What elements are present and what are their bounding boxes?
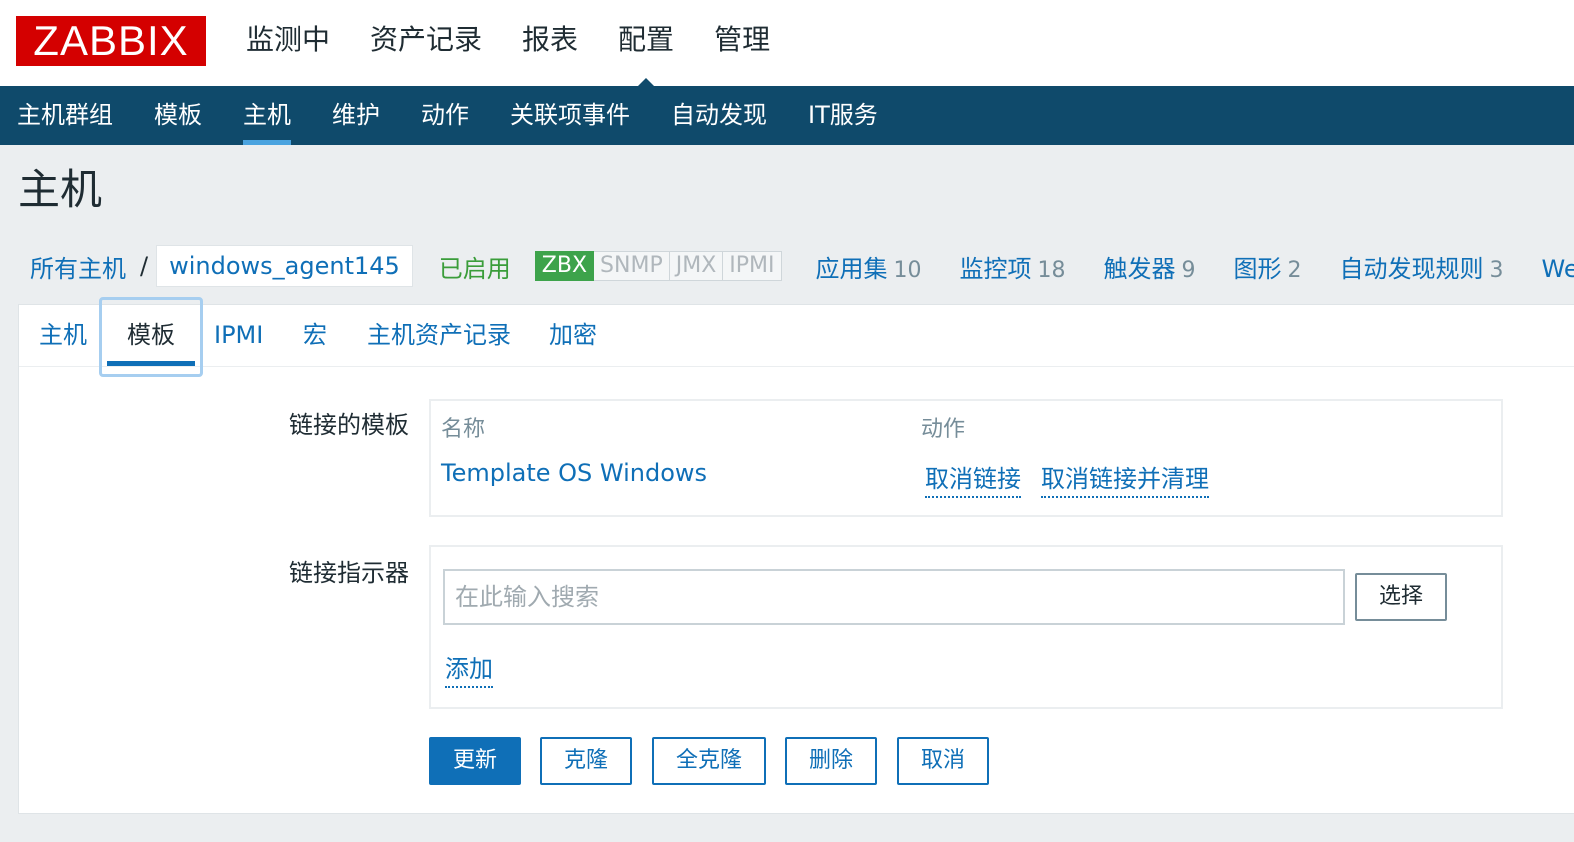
link-new-templates-box: 选择 添加: [429, 545, 1503, 709]
zabbix-logo[interactable]: ZABBIX: [16, 16, 206, 66]
main-menu-inventory[interactable]: 资产记录: [370, 0, 482, 86]
tab-host-inventory[interactable]: 主机资产记录: [367, 305, 511, 367]
template-search-input[interactable]: [443, 569, 1345, 625]
sub-nav-host-groups[interactable]: 主机群组: [17, 86, 113, 145]
badge-ipmi: IPMI: [723, 251, 782, 281]
full-clone-button[interactable]: 全克隆: [652, 737, 766, 785]
host-status-enabled[interactable]: 已启用: [439, 249, 511, 284]
host-link-discovery-rules[interactable]: 自动发现规则 3: [1340, 249, 1504, 284]
breadcrumb: 所有主机 / windows_agent145 已启用 ZBX SNMP JMX…: [30, 244, 1574, 288]
tab-templates[interactable]: 模板: [127, 305, 175, 367]
delete-button[interactable]: 删除: [785, 737, 877, 785]
host-link-graphs[interactable]: 图形 2: [1234, 249, 1302, 284]
host-link-items-count: 18: [1037, 257, 1066, 283]
template-link-os-windows[interactable]: Template OS Windows: [441, 459, 707, 487]
host-link-graphs-count: 2: [1287, 257, 1302, 283]
link-new-templates-label: 链接指示器: [289, 559, 409, 587]
tab-ipmi[interactable]: IPMI: [214, 305, 263, 367]
sub-nav-discovery[interactable]: 自动发现: [671, 86, 767, 145]
sub-nav-correlation[interactable]: 关联项事件: [510, 86, 630, 145]
unlink-button[interactable]: 取消链接: [925, 459, 1021, 498]
form-tabs: 主机 模板 IPMI 宏 主机资产记录 加密: [19, 297, 1574, 377]
breadcrumb-host[interactable]: windows_agent145: [169, 252, 400, 280]
update-button[interactable]: 更新: [429, 737, 521, 785]
select-button[interactable]: 选择: [1355, 573, 1447, 621]
main-menu-configuration[interactable]: 配置: [618, 0, 674, 92]
sub-nav-maintenance[interactable]: 维护: [332, 86, 380, 145]
availability-badges: ZBX SNMP JMX IPMI: [534, 251, 782, 281]
column-header-action: 动作: [921, 417, 966, 442]
badge-jmx: JMX: [669, 251, 724, 281]
sub-nav-it-services[interactable]: IT服务: [808, 86, 878, 145]
host-link-triggers-count: 9: [1181, 257, 1196, 283]
host-link-discovery-rules-count: 3: [1489, 257, 1504, 283]
host-links: 应用集10 监控项18 触发器9 图形2 自动发现规则3 Web 场: [816, 249, 1574, 284]
main-menu: 监测中 资产记录 报表 配置 管理: [246, 0, 810, 92]
main-menu-administration[interactable]: 管理: [714, 0, 770, 86]
host-link-triggers[interactable]: 触发器 9: [1104, 249, 1196, 284]
breadcrumb-all-hosts[interactable]: 所有主机: [30, 249, 126, 284]
column-header-name: 名称: [441, 417, 486, 442]
linked-templates-label: 链接的模板: [289, 411, 409, 439]
tab-active-underline: [107, 361, 195, 366]
tab-encryption[interactable]: 加密: [549, 305, 597, 367]
sub-nav: 主机群组 模板 主机 维护 动作 关联项事件 自动发现 IT服务: [0, 86, 1574, 145]
main-menu-monitoring[interactable]: 监测中: [246, 0, 330, 86]
linked-templates-table: 名称 动作 Template OS Windows 取消链接 取消链接并清理: [429, 399, 1503, 517]
main-menu-reports[interactable]: 报表: [522, 0, 578, 86]
host-form-panel: 主机 模板 IPMI 宏 主机资产记录 加密 链接的模板 名称 动作 Templ…: [18, 297, 1574, 814]
host-link-applications-count: 10: [893, 257, 922, 283]
badge-zbx: ZBX: [534, 251, 595, 281]
host-link-items[interactable]: 监控项 18: [960, 249, 1066, 284]
page-title: 主机: [18, 165, 103, 214]
sub-nav-actions[interactable]: 动作: [421, 86, 469, 145]
unlink-and-clear-button[interactable]: 取消链接并清理: [1041, 459, 1209, 498]
tab-macros[interactable]: 宏: [303, 305, 327, 367]
host-link-applications[interactable]: 应用集 10: [816, 249, 922, 284]
top-header: ZABBIX 监测中 资产记录 报表 配置 管理: [0, 0, 1574, 92]
add-template-link[interactable]: 添加: [445, 649, 493, 688]
clone-button[interactable]: 克隆: [540, 737, 632, 785]
tab-host[interactable]: 主机: [39, 305, 87, 367]
badge-snmp: SNMP: [594, 251, 670, 281]
breadcrumb-separator: /: [140, 252, 149, 280]
sub-nav-hosts[interactable]: 主机: [243, 86, 291, 145]
cancel-button[interactable]: 取消: [897, 737, 989, 785]
breadcrumb-host-box: windows_agent145: [156, 245, 413, 287]
sub-nav-templates[interactable]: 模板: [154, 86, 202, 145]
host-link-web-scenarios[interactable]: Web 场: [1542, 249, 1574, 284]
